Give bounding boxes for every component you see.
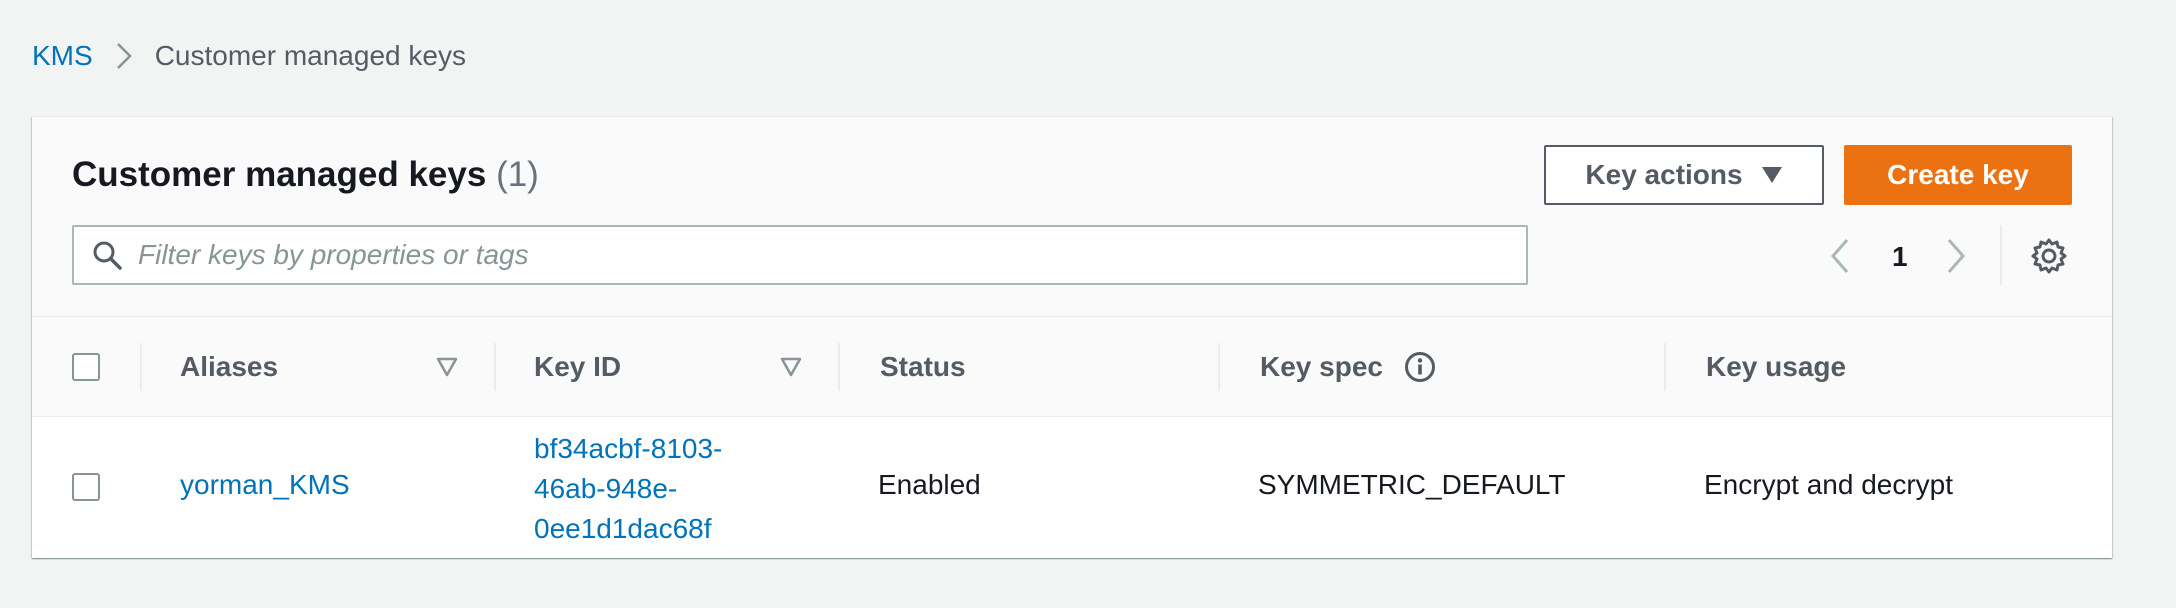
select-all-checkbox[interactable] — [72, 353, 100, 381]
search-icon — [92, 240, 122, 270]
key-id-line: 46ab-948e- — [534, 473, 678, 504]
key-actions-label: Key actions — [1585, 159, 1743, 190]
preferences-button[interactable] — [2030, 237, 2068, 275]
table-column-headers: Aliases Key ID Status Key spec Key usage — [32, 317, 2112, 417]
filter-keys-input[interactable] — [138, 227, 1526, 283]
page-title: Customer managed keys (1) — [72, 155, 539, 195]
column-header-key-spec[interactable]: Key spec — [1260, 317, 1383, 417]
chevron-left-icon — [1828, 237, 1852, 275]
key-id-line: bf34acbf-8103- — [534, 433, 723, 464]
key-status: Enabled — [878, 469, 981, 500]
key-spec-value: SYMMETRIC_DEFAULT — [1258, 469, 1566, 500]
table-row: yorman_KMS bf34acbf-8103- 46ab-948e- 0ee… — [32, 417, 2112, 557]
chevron-right-icon — [115, 41, 133, 71]
filter-search-box — [72, 225, 1528, 285]
breadcrumb-current: Customer managed keys — [154, 40, 466, 71]
column-divider — [494, 343, 496, 391]
column-header-aliases[interactable]: Aliases — [180, 317, 278, 417]
column-divider — [1218, 343, 1220, 391]
column-divider — [838, 343, 840, 391]
key-actions-button[interactable]: Key actions — [1544, 145, 1824, 205]
title-text: Customer managed keys — [72, 155, 487, 194]
breadcrumb: KMS Customer managed keys — [32, 40, 466, 72]
column-header-key-id[interactable]: Key ID — [534, 317, 621, 417]
column-header-status[interactable]: Status — [880, 317, 966, 417]
create-key-label: Create key — [1887, 159, 2029, 190]
key-id-line: 0ee1d1dac68f — [534, 513, 712, 544]
column-header-key-usage[interactable]: Key usage — [1706, 317, 1846, 417]
key-usage-value: Encrypt and decrypt — [1704, 469, 1954, 500]
chevron-right-icon — [1944, 237, 1968, 275]
key-count: (1) — [496, 155, 539, 194]
keys-table-container: Customer managed keys (1) Key actions Cr… — [32, 116, 2112, 558]
create-key-button[interactable]: Create key — [1844, 145, 2072, 205]
caret-down-icon — [1761, 166, 1783, 184]
key-id-link[interactable]: bf34acbf-8103- 46ab-948e- 0ee1d1dac68f — [534, 429, 722, 549]
pager-divider — [2000, 225, 2002, 285]
previous-page-button[interactable] — [1828, 237, 1852, 275]
column-divider — [140, 343, 142, 391]
page-number[interactable]: 1 — [1892, 241, 1908, 273]
gear-icon — [2030, 237, 2068, 275]
row-select-checkbox[interactable] — [72, 473, 100, 501]
next-page-button[interactable] — [1944, 237, 1968, 275]
sort-triangle-icon[interactable] — [780, 357, 802, 377]
sort-triangle-icon[interactable] — [436, 357, 458, 377]
breadcrumb-kms-link[interactable]: KMS — [32, 40, 93, 72]
table-header: Customer managed keys (1) Key actions Cr… — [32, 117, 2112, 317]
key-alias-link[interactable]: yorman_KMS — [180, 469, 350, 501]
info-icon[interactable] — [1404, 351, 1436, 383]
column-divider — [1664, 343, 1666, 391]
